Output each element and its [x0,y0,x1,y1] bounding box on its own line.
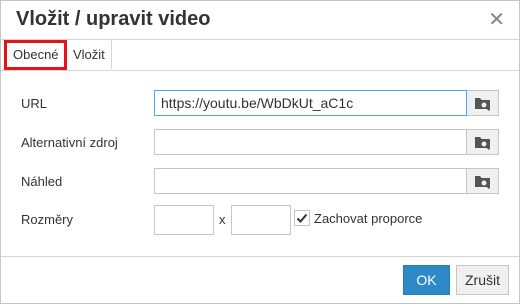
cancel-button[interactable]: Zrušit [456,265,509,295]
keep-ratio-label[interactable]: Zachovat proporce [314,211,422,226]
tab-general[interactable]: Obecné [4,40,67,70]
url-input[interactable] [154,90,467,116]
keep-ratio-checkbox[interactable] [294,210,310,226]
height-input[interactable] [231,205,291,235]
alt-source-browse-button[interactable] [467,129,499,155]
dialog-footer: OK Zrušit [1,256,519,304]
dimensions-label: Rozměry [21,212,74,227]
alt-source-input[interactable] [154,129,467,155]
dialog-titlebar: Vložit / upravit video ✕ [1,1,519,40]
checkmark-icon [296,213,308,223]
width-input[interactable] [154,205,214,235]
close-icon[interactable]: ✕ [488,7,505,32]
preview-input[interactable] [154,168,467,194]
url-label: URL [21,96,48,111]
browse-icon [475,137,491,150]
preview-label: Náhled [21,174,63,189]
dialog-title: Vložit / upravit video [16,8,211,30]
ok-button[interactable]: OK [403,265,450,295]
alt-source-label: Alternativní zdroj [21,135,118,150]
preview-browse-button[interactable] [467,168,499,194]
browse-icon [475,176,491,189]
tab-embed[interactable]: Vložit [67,40,112,69]
tab-bar: Obecné Vložit [1,40,519,71]
browse-icon [475,98,491,111]
media-dialog: Vložit / upravit video ✕ Obecné Vložit U… [0,0,520,304]
dimensions-separator: x [219,212,226,227]
url-browse-button[interactable] [467,90,499,116]
